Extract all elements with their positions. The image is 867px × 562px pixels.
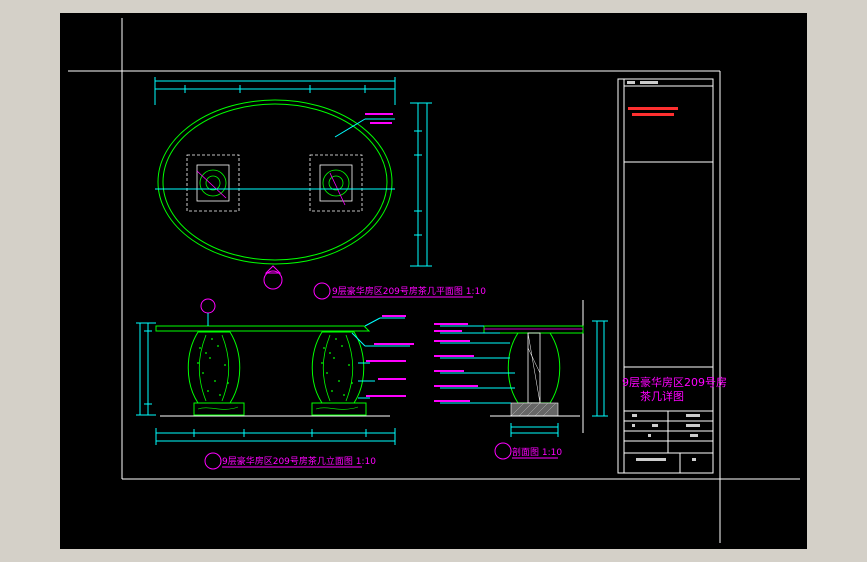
plan-title-text: 9层豪华房区209号房茶几平面图 1:10	[332, 285, 486, 297]
section-view	[434, 300, 608, 437]
title-block-name-line1: 9层豪华房区209号房	[622, 375, 727, 389]
sheet-frame	[68, 18, 800, 543]
plan-title: 9层豪华房区209号房茶几平面图 1:10	[313, 282, 486, 300]
cad-viewport[interactable]: 9层豪华房区209号房 茶几详图 9层豪华房区209号房茶几平面图 1:10 9…	[60, 13, 807, 549]
plan-view	[154, 77, 432, 290]
plan-dimension-top	[154, 77, 396, 105]
cad-drawing: 9层豪华房区209号房 茶几详图 9层豪华房区209号房茶几平面图 1:10 9…	[68, 18, 800, 543]
elevation-view	[136, 298, 414, 445]
section-title-text: 剖面图 1:10	[512, 446, 562, 458]
title-block-marks	[627, 81, 700, 461]
elevation-title: 9层豪华房区209号房茶几立面图 1:10	[204, 452, 376, 470]
plan-left-base	[186, 154, 240, 212]
section-title: 剖面图 1:10	[494, 442, 562, 460]
plan-right-base	[309, 154, 363, 212]
elevation-title-text: 9层豪华房区209号房茶几立面图 1:10	[222, 455, 376, 467]
title-block	[617, 78, 714, 474]
title-block-name-line2: 茶几详图	[640, 389, 684, 403]
plan-dimension-right	[410, 102, 432, 267]
